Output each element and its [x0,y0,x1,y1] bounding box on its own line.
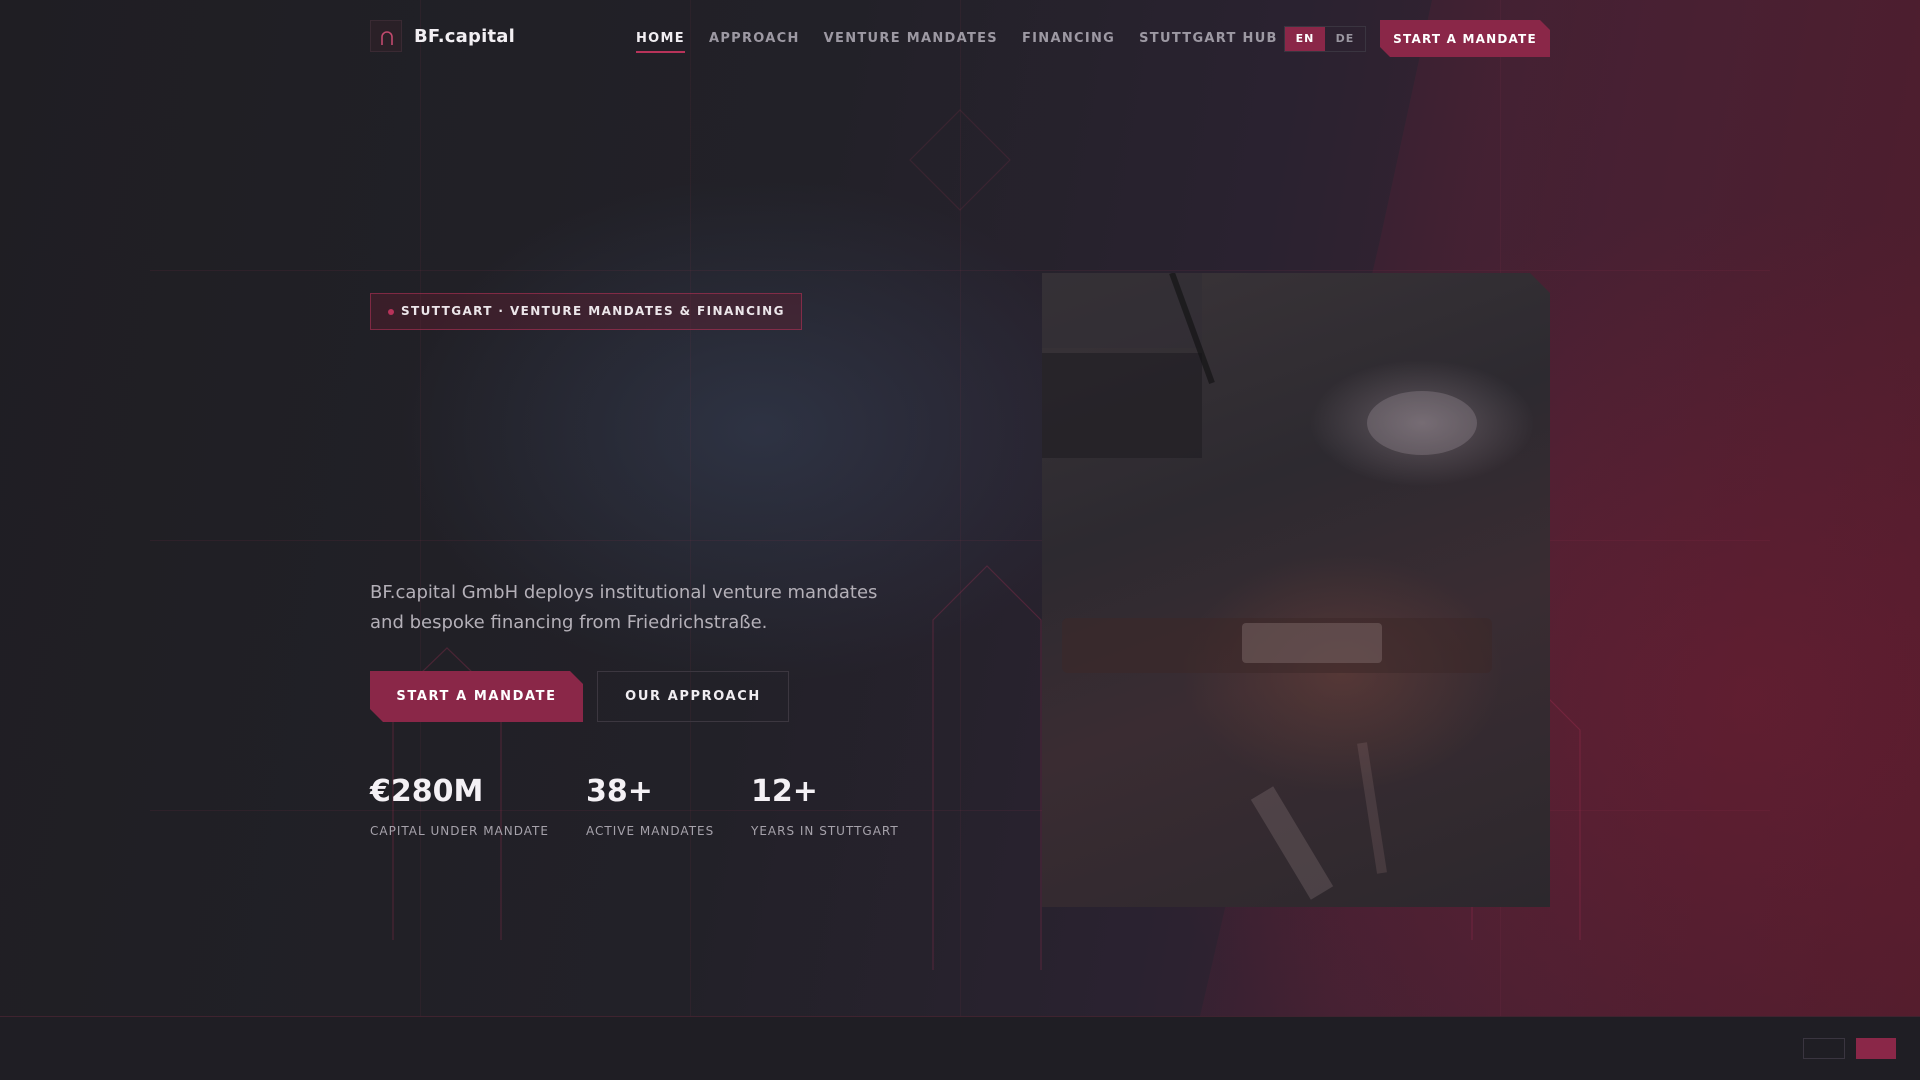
nav-item-home[interactable]: HOME [636,31,685,53]
hero-badge: STUTTGART · VENTURE MANDATES & FINANCING [370,293,802,330]
hero-description: BF.capital GmbH deploys institutional ve… [370,582,878,633]
stat-value: 38+ [586,774,653,809]
stat-value: 12+ [751,774,818,809]
hero-background [0,0,1920,1016]
hero-badge-text: STUTTGART · VENTURE MANDATES & FINANCING [401,304,785,318]
bottom-bar [0,1016,1920,1080]
stat-value: €280M [370,774,484,809]
nav-item-stuttgart-hub[interactable]: STUTTGART HUB [1139,31,1278,53]
nav-item-venture-mandates[interactable]: VENTURE MANDATES [824,31,998,53]
stat-label: ACTIVE MANDATES [586,824,715,838]
start-mandate-header-button[interactable]: START A MANDATE [1380,20,1550,57]
stat-label: YEARS IN STUTTGART [751,824,899,838]
stat-years: 12+ YEARS IN STUTTGART [751,774,899,838]
lang-en-button[interactable]: EN [1285,27,1325,51]
stat-label: CAPITAL UNDER MANDATE [370,824,549,838]
stat-mandates: 38+ ACTIVE MANDATES [586,774,714,838]
lang-de-button[interactable]: DE [1325,27,1365,51]
language-switch: EN DE [1284,26,1366,52]
main-nav: HOME APPROACH VENTURE MANDATES FINANCING… [636,31,1278,53]
nav-item-financing[interactable]: FINANCING [1022,31,1115,53]
carousel-indicator-active[interactable] [1856,1038,1896,1059]
brand-name: BF.capital [414,25,515,47]
start-mandate-button[interactable]: START A MANDATE [370,671,583,722]
carousel-indicator[interactable] [1803,1038,1845,1059]
logo-arch-icon [370,20,402,52]
brand-logo[interactable]: BF.capital [370,20,515,52]
dot-icon [388,309,394,315]
stat-capital: €280M CAPITAL UNDER MANDATE [370,774,549,838]
decorative-arch-lines [392,109,1581,970]
nav-item-approach[interactable]: APPROACH [709,31,800,53]
hero-image-card [1042,273,1550,907]
our-approach-button[interactable]: OUR APPROACH [597,671,789,722]
workshop-photo [1062,273,1492,900]
